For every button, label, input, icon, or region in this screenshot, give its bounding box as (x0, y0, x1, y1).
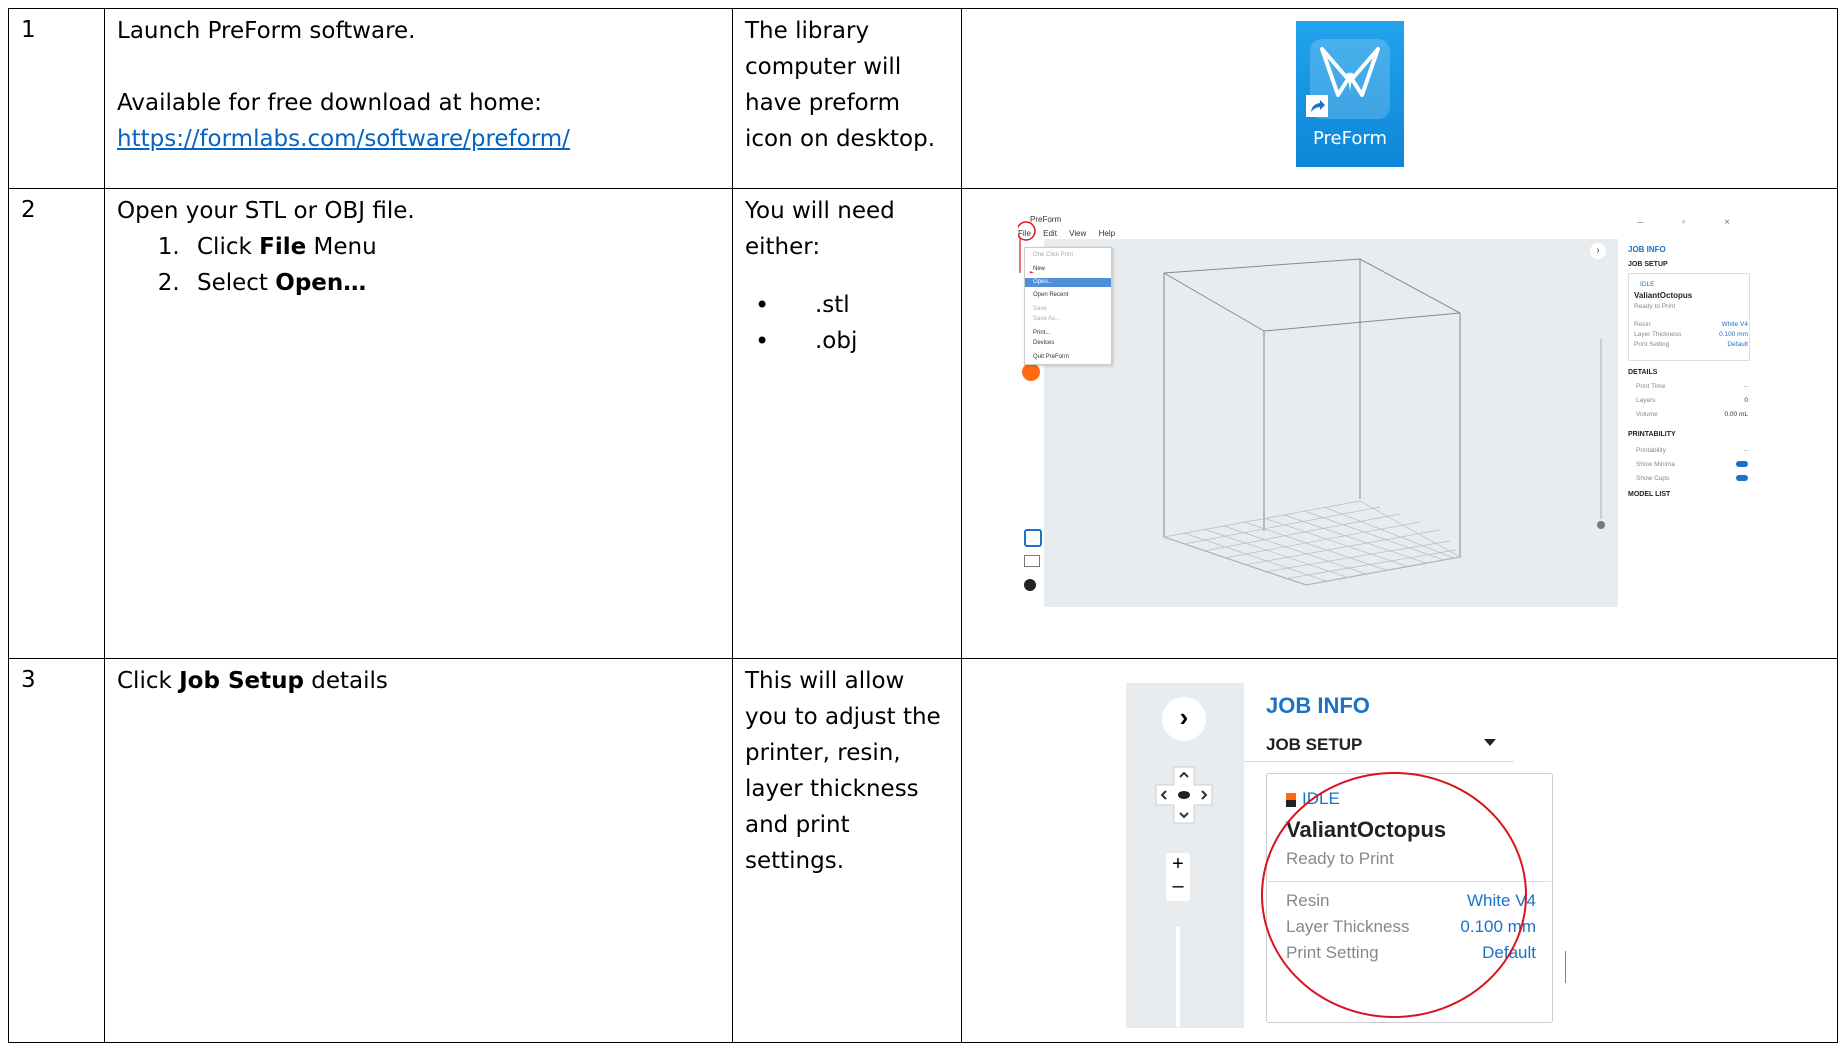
show-minima-label: Show Minima (1636, 461, 1676, 468)
extension-item: .stl (755, 287, 951, 323)
step-instruction: Open your STL or OBJ file. Click File Me… (104, 188, 733, 659)
instruction-pre: Click (117, 668, 180, 694)
print-time-value: -- (1743, 383, 1748, 390)
job-setup-zoom: › + – JOB INFO JOB SETUP IDLE ValiantOct… (1126, 683, 1566, 1028)
step-note: The library computer will have preform i… (732, 8, 962, 189)
job-info-panel: JOB INFO JOB SETUP IDLE ValiantOctopus R… (1618, 239, 1758, 607)
setting-label: Print Setting (1634, 341, 1670, 348)
instruction-bold: Job Setup (179, 668, 304, 694)
print-time-label: Print Time (1636, 383, 1666, 390)
toolbar-orange-icon[interactable] (1022, 363, 1040, 381)
layer-slider[interactable] (1600, 339, 1602, 519)
status-label: IDLE (1640, 281, 1655, 288)
model-icon[interactable] (1024, 529, 1042, 547)
resin-label: Resin (1634, 321, 1651, 328)
step-number: 1 (8, 8, 105, 189)
show-minima-toggle[interactable] (1736, 461, 1748, 467)
steps-table: 1 Launch PreForm software. Available for… (8, 8, 1838, 1043)
highlight-circle (1261, 772, 1566, 1018)
step-number: 2 (8, 188, 105, 659)
step-instruction: Click Job Setup details (104, 658, 733, 1043)
substep-bold: File (259, 234, 307, 260)
preform-download-link[interactable]: https://formlabs.com/software/preform/ (117, 126, 570, 152)
build-box-wireframe (1162, 258, 1462, 586)
window-controls[interactable]: – ▫ × (1637, 217, 1748, 228)
account-icon[interactable] (1024, 579, 1036, 591)
menu-item-devices[interactable]: Devices (1033, 340, 1054, 346)
substep-text: Select (197, 270, 276, 296)
substep-text: Click (197, 234, 260, 260)
step-number: 3 (8, 658, 105, 1043)
preform-desktop-icon[interactable]: PreForm (1296, 21, 1404, 167)
note-text: The library computer will have preform i… (745, 18, 936, 152)
menu-item-save-as[interactable]: Save As... (1033, 316, 1060, 322)
download-text: Available for free download at home: (117, 90, 542, 116)
note-text: You will need either: (745, 198, 895, 260)
extension-item: .obj (755, 323, 951, 359)
menu-item-print[interactable]: Print... (1033, 330, 1050, 336)
step-row-2: 2 Open your STL or OBJ file. Click File … (8, 188, 1838, 659)
printability-label: Printability (1636, 447, 1666, 454)
substep-bold: Open… (275, 270, 367, 296)
substeps-list: Click File Menu Select Open… (117, 229, 732, 301)
instruction-text: Click Job Setup details (117, 663, 732, 699)
step-image: PreForm – ▫ × File Edit View Help › JOB … (961, 188, 1838, 659)
menu-item-save[interactable]: Save (1033, 306, 1047, 312)
substep-text: Menu (306, 234, 377, 260)
menu-item-quit[interactable]: Quit PreForm (1033, 354, 1069, 360)
model-list-header[interactable]: MODEL LIST (1628, 491, 1670, 498)
note-text: This will allow you to adjust the printe… (745, 668, 941, 874)
job-name: ValiantOctopus (1634, 291, 1693, 300)
volume-label: Volume (1636, 411, 1658, 418)
instruction-post: details (303, 668, 388, 694)
setting-value: Default (1727, 341, 1748, 348)
step-note: This will allow you to adjust the printe… (732, 658, 962, 1043)
support-icon[interactable] (1024, 555, 1040, 567)
shortcut-arrow-icon (1306, 95, 1328, 117)
ready-text: Ready to Print (1634, 303, 1676, 310)
layers-label: Layers (1636, 397, 1656, 404)
layer-value: 0.100 mm (1719, 331, 1748, 338)
printability-value: -- (1743, 447, 1748, 454)
job-info-title: JOB INFO (1628, 245, 1666, 254)
layer-label: Layer Thickness (1634, 331, 1682, 338)
annotation-marks (1018, 221, 1036, 273)
menu-item-open[interactable]: Open... (1033, 279, 1053, 285)
show-cups-toggle[interactable] (1736, 475, 1748, 481)
job-setup-header[interactable]: JOB SETUP (1628, 261, 1668, 268)
build-volume-canvas[interactable]: › (1044, 239, 1618, 607)
extension-list: .stl .obj (745, 287, 951, 359)
preform-screenshot: PreForm – ▫ × File Edit View Help › JOB … (1018, 213, 1758, 617)
resin-value: White V4 (1721, 321, 1748, 328)
substep-item: Click File Menu (187, 229, 732, 265)
step-note: You will need either: .stl .obj (732, 188, 962, 659)
step-row-3: 3 Click Job Setup details This will allo… (8, 658, 1838, 1043)
menu-item-open-recent[interactable]: Open Recent (1033, 292, 1068, 298)
volume-value: 0.00 mL (1724, 411, 1749, 418)
step-image: PreForm (961, 8, 1838, 189)
instruction-text: Open your STL or OBJ file. (117, 198, 415, 224)
substep-item: Select Open… (187, 265, 732, 301)
step-instruction: Launch PreForm software. Available for f… (104, 8, 733, 189)
layers-value: 0 (1744, 397, 1748, 404)
step-row-1: 1 Launch PreForm software. Available for… (8, 8, 1838, 189)
preform-icon-label: PreForm (1313, 128, 1387, 149)
step-image: › + – JOB INFO JOB SETUP IDLE ValiantOct… (961, 658, 1838, 1043)
expand-panel-icon[interactable]: › (1590, 243, 1606, 259)
details-header[interactable]: DETAILS (1628, 369, 1657, 376)
butterfly-icon (1320, 47, 1380, 97)
show-cups-label: Show Cups (1636, 475, 1670, 482)
printability-header[interactable]: PRINTABILITY (1628, 431, 1676, 438)
instruction-text: Launch PreForm software. (117, 18, 416, 44)
slider-handle[interactable] (1597, 521, 1605, 529)
